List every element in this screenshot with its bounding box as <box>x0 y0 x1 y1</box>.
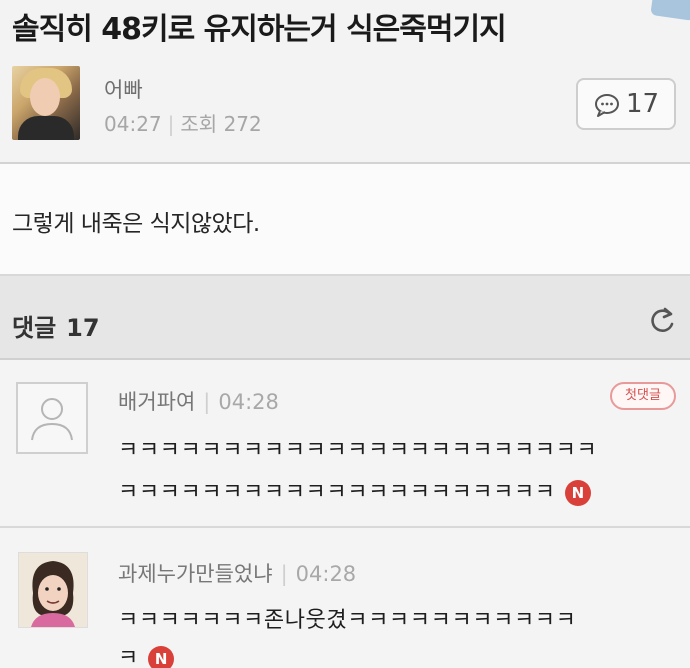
post-body: 그렇게 내죽은 식지않았다. <box>0 164 690 276</box>
comment-time: 04:28 <box>295 562 357 586</box>
post-text: 그렇게 내죽은 식지않았다. <box>12 211 260 237</box>
meta-divider: | <box>167 112 175 136</box>
post-header: 어빠 04:27 | 조회 272 17 <box>0 52 690 164</box>
author-name[interactable]: 어빠 <box>104 74 143 104</box>
author-avatar[interactable] <box>12 66 80 140</box>
comment-time: 04:28 <box>218 390 279 414</box>
first-comment-badge: 첫댓글 <box>610 382 676 410</box>
comment-item: 과제누가만들었냐 | 04:28 ㅋㅋㅋㅋㅋㅋㅋ존나웃겼ㅋㅋㅋㅋㅋㅋㅋㅋㅋㅋㅋ ㅋ … <box>0 528 690 668</box>
meta-divider: | <box>203 390 211 414</box>
corner-tab[interactable] <box>650 0 690 21</box>
comment-meta: 배거파여 | 04:28 <box>118 386 279 416</box>
comments-header: 댓글 17 <box>0 276 690 360</box>
speech-bubble-icon <box>595 94 619 117</box>
comments-total: 17 <box>66 314 100 342</box>
comment-author[interactable]: 배거파여 <box>118 390 195 414</box>
default-profile-icon[interactable] <box>16 382 88 454</box>
post-time: 04:27 <box>104 112 162 136</box>
comment-item: 배거파여 | 04:28 첫댓글 ㅋㅋㅋㅋㅋㅋㅋㅋㅋㅋㅋㅋㅋㅋㅋㅋㅋㅋㅋㅋㅋㅋㅋ ㅋ… <box>0 360 690 528</box>
new-badge-icon: N <box>565 480 592 506</box>
comment-count: 17 <box>626 89 660 119</box>
comment-text-line: ㅋㅋㅋㅋㅋㅋㅋㅋㅋㅋㅋㅋㅋㅋㅋㅋㅋㅋㅋㅋㅋ <box>118 480 556 505</box>
comments-label: 댓글 17 <box>12 308 100 343</box>
refresh-icon[interactable] <box>648 306 678 336</box>
comments-label-text: 댓글 <box>12 314 57 342</box>
views-count: 272 <box>223 112 262 136</box>
views-label: 조회 <box>180 112 218 136</box>
comment-meta: 과제누가만들었냐 | 04:28 <box>118 558 356 588</box>
comment-author[interactable]: 과제누가만들었냐 <box>118 562 273 586</box>
comment-count-button[interactable]: 17 <box>576 78 676 130</box>
comment-text-line-wrap: ㅋㅋㅋㅋㅋㅋㅋㅋㅋㅋㅋㅋㅋㅋㅋㅋㅋㅋㅋㅋㅋ N <box>118 474 592 506</box>
new-badge-icon: N <box>148 646 175 668</box>
title-bar: 솔직히 48키로 유지하는거 식은죽먹기지 <box>0 0 690 52</box>
comment-text-line: ㅋㅋㅋㅋㅋㅋㅋ존나웃겼ㅋㅋㅋㅋㅋㅋㅋㅋㅋㅋㅋ <box>118 608 577 633</box>
drawn-avatar[interactable] <box>18 552 88 628</box>
post-meta: 04:27 | 조회 272 <box>104 108 262 137</box>
comment-text-line-wrap: ㅋ N <box>118 640 175 668</box>
post-title: 솔직히 48키로 유지하는거 식은죽먹기지 <box>12 12 507 47</box>
comment-text-line: ㅋㅋㅋㅋㅋㅋㅋㅋㅋㅋㅋㅋㅋㅋㅋㅋㅋㅋㅋㅋㅋㅋㅋ <box>118 438 598 463</box>
comment-text-line: ㅋ <box>118 646 139 668</box>
meta-divider: | <box>280 562 288 586</box>
